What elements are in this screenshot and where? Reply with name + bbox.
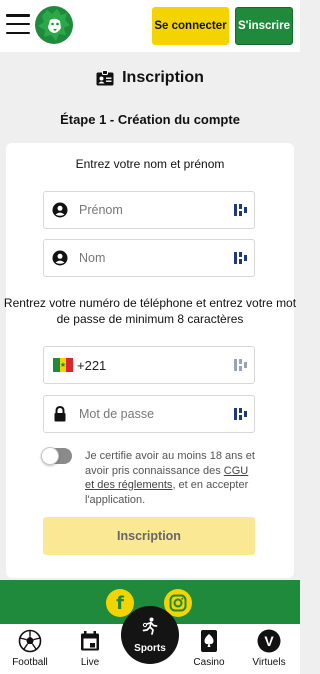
lion-logo[interactable] xyxy=(33,4,75,46)
signup-button[interactable]: S'inscrire xyxy=(235,7,293,45)
nav-sports[interactable]: Sports xyxy=(121,606,179,664)
keyboard-shortcut-icon[interactable] xyxy=(234,202,248,218)
senegal-flag-icon[interactable]: ★ xyxy=(53,358,74,372)
menu-icon[interactable] xyxy=(6,14,30,34)
page-title-row: Inscription xyxy=(0,66,300,90)
v-circle-icon: V xyxy=(257,629,281,653)
first-name-field[interactable]: Prénom xyxy=(43,191,255,229)
page-title: Inscription xyxy=(122,69,204,86)
step-title: Étape 1 - Création du compte xyxy=(60,112,240,127)
consent-toggle[interactable] xyxy=(41,447,72,465)
lock-icon xyxy=(51,405,69,423)
phone-section-label: Rentrez votre numéro de téléphone et ent… xyxy=(3,296,297,326)
svg-text:V: V xyxy=(264,633,274,649)
last-name-placeholder: Nom xyxy=(79,251,106,265)
consent-text: Je certifie avoir au moins 18 ans et avo… xyxy=(85,450,255,506)
top-header: Se connecter S'inscrire xyxy=(0,0,300,52)
user-icon xyxy=(51,249,69,267)
keyboard-shortcut-icon[interactable] xyxy=(234,357,248,373)
last-name-field[interactable]: Nom xyxy=(43,239,255,277)
soccer-ball-icon xyxy=(18,629,42,653)
user-icon xyxy=(51,201,69,219)
nav-live[interactable]: Live xyxy=(60,624,120,674)
password-placeholder: Mot de passe xyxy=(79,407,155,421)
password-field[interactable]: Mot de passe xyxy=(43,395,255,433)
calendar-icon xyxy=(78,629,102,653)
first-name-placeholder: Prénom xyxy=(79,203,123,217)
nav-football[interactable]: Football xyxy=(0,624,60,674)
keyboard-shortcut-icon[interactable] xyxy=(234,250,248,266)
id-card-icon xyxy=(96,70,114,86)
phone-prefix: +221 xyxy=(77,357,107,373)
toggle-knob xyxy=(41,447,59,465)
login-button[interactable]: Se connecter xyxy=(152,7,229,45)
phone-field[interactable]: ★ +221 xyxy=(43,346,255,384)
name-section-label: Entrez votre nom et prénom xyxy=(75,157,225,171)
nav-virtuels[interactable]: V Virtuels xyxy=(239,624,299,674)
nav-casino[interactable]: Casino xyxy=(179,624,239,674)
submit-button[interactable]: Inscription xyxy=(43,517,255,555)
spade-card-icon xyxy=(197,629,221,653)
keyboard-shortcut-icon[interactable] xyxy=(234,406,248,422)
sports-runner-icon xyxy=(141,617,159,640)
